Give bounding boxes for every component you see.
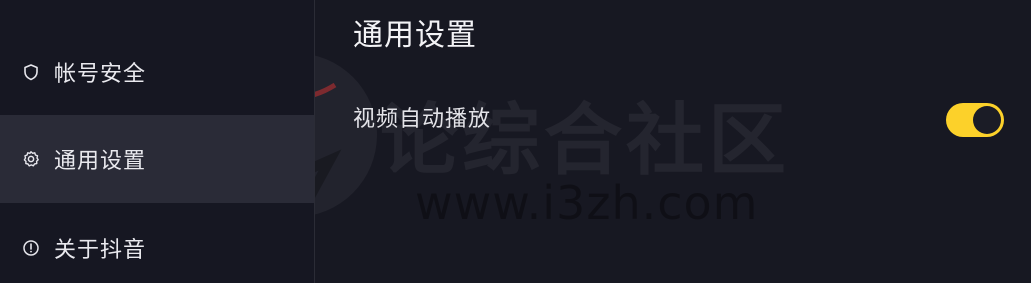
sidebar-item-account-security[interactable]: 帐号安全 bbox=[0, 28, 314, 116]
sidebar-item-label: 帐号安全 bbox=[54, 62, 147, 87]
info-icon bbox=[22, 239, 40, 257]
toggle-knob bbox=[973, 106, 1001, 134]
shield-icon bbox=[22, 63, 40, 81]
sidebar-item-general-settings[interactable]: 通用设置 bbox=[0, 115, 314, 203]
settings-window: 论综合社区 www.i3zh.com 帐号安全 通用设置 关于抖音 通用设置 视… bbox=[0, 0, 1031, 283]
sidebar-item-label: 关于抖音 bbox=[54, 238, 147, 263]
autoplay-toggle[interactable] bbox=[946, 103, 1004, 137]
sidebar-item-label: 通用设置 bbox=[54, 149, 147, 174]
autoplay-setting-label: 视频自动播放 bbox=[353, 107, 492, 132]
main-content: 通用设置 视频自动播放 bbox=[315, 0, 1031, 283]
sidebar-item-about[interactable]: 关于抖音 bbox=[0, 204, 314, 283]
page-title: 通用设置 bbox=[353, 18, 477, 53]
gear-icon bbox=[22, 150, 40, 168]
sidebar: 帐号安全 通用设置 关于抖音 bbox=[0, 0, 315, 283]
